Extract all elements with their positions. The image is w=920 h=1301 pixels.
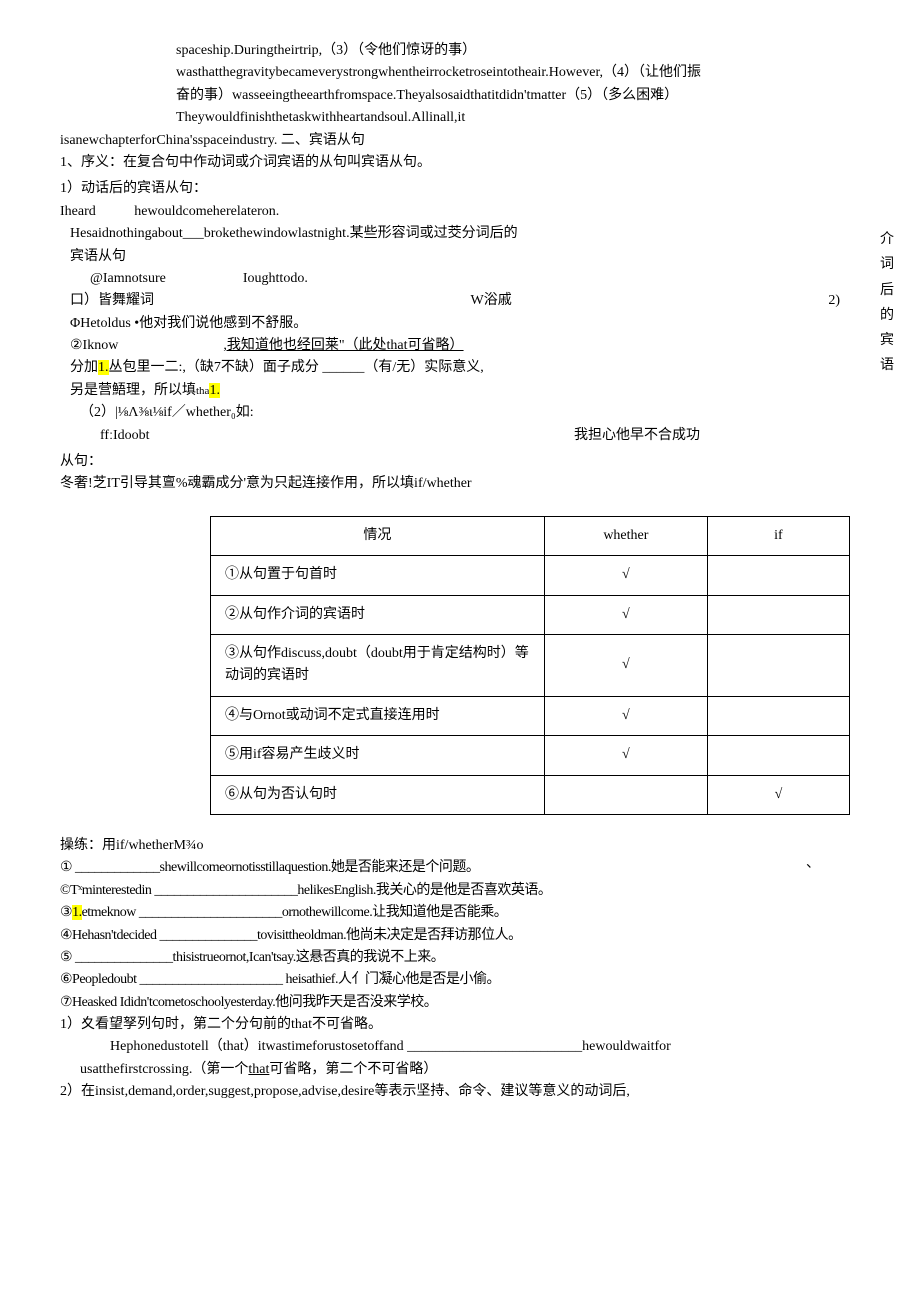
row6-if: √: [707, 775, 849, 814]
intro-l1: spaceship.Duringtheirtrip,（3）（令他们惊讶的事）: [176, 40, 860, 62]
practice-tick: 、: [806, 853, 820, 875]
row3-text: ③从句作discuss,doubt（doubt用于肯定结构时）等动词的宾语时: [211, 634, 545, 696]
side-c3: 后: [880, 278, 900, 303]
notes-n2b-a: usatthefirstcrossing.（第一个: [80, 1062, 248, 1077]
side-c6: 语: [880, 353, 900, 378]
th-if: if: [707, 516, 849, 555]
dong-l4b: Ioughttodo.: [243, 271, 308, 286]
practice-title: 操练：用if/whetherM¾o: [60, 835, 860, 857]
intro-l2: wasthatthegravitybecameverystrongwhenthe…: [176, 62, 860, 84]
dong-l1b: hewouldcomeherelateron.: [134, 204, 279, 219]
dong-l6a: ΦHetoldus: [70, 316, 131, 331]
practice-l4: ④Hehasn'tdecided _______________tovisitt…: [60, 925, 860, 947]
dong-l3: 宾语从句: [60, 246, 860, 268]
side-vertical: 介 词 后 的 宾 语: [880, 227, 900, 378]
intro-l5a: isanewchapterforChina'sspaceindustry.: [60, 133, 277, 148]
side-c5: 宾: [880, 328, 900, 353]
row4-text: ④与Ornot或动词不定式直接连用时: [211, 696, 545, 735]
dong-l11b: 我担心他早不合成功: [574, 425, 700, 447]
row5-whether: √: [544, 736, 707, 775]
dong-l5c: 2): [828, 290, 840, 312]
practice-l3c: etmeknow ______________________ornothewi…: [82, 905, 508, 920]
intro-l5b: 二、宾语从句: [281, 133, 365, 148]
dong-l6b: •他对我们说他感到不舒服。: [134, 316, 307, 331]
notes-n3: 2）在insist,demand,order,suggest,propose,a…: [60, 1081, 860, 1103]
dong-l7: ②Iknow ,我知道他也经回莱"（此处that可省略）: [60, 335, 860, 357]
dong-l2: Hesaidnothingabout___brokethewindowlastn…: [60, 223, 860, 245]
notes-n1: 1）夊看望孥列句时，第二个分句前的that不可省略。: [60, 1014, 860, 1036]
notes-n2d: 可省略，第二个不可省略）: [269, 1062, 437, 1077]
row3-whether: √: [544, 634, 707, 696]
row1-if: [707, 556, 849, 595]
practice-l3: ③1.etmeknow ______________________ornoth…: [60, 902, 860, 924]
side-c1: 介: [880, 227, 900, 252]
intro-l3: 奋的事）wasseeingtheearthfromspace.Theyalsos…: [176, 85, 860, 107]
dong-l1: Iheard hewouldcomeherelateron.: [60, 201, 860, 223]
dong-l4: @Iamnotsure Ioughttodo.: [60, 268, 860, 290]
dong-l7b: ,我知道他也经回莱"（此处that可省略）: [223, 338, 463, 353]
cong-l1: 从句：: [60, 451, 860, 473]
dong-l4a: @Iamnotsure: [90, 271, 166, 286]
th-whether: whether: [544, 516, 707, 555]
row3-if: [707, 634, 849, 696]
dong-title: 1）动话后的宾语从句：: [60, 178, 860, 200]
intro-l4: Theywouldfinishthetaskwithheartandsoul.A…: [176, 107, 860, 129]
intro-def: 1、序义：在复合句中作动词或介词宾语的从句叫宾语从句。: [60, 152, 860, 174]
dong-l6: ΦHetoldus •他对我们说他感到不舒服。: [60, 313, 860, 335]
hl-3: 1.: [72, 905, 82, 920]
row6-whether: [544, 775, 707, 814]
notes-n2b: usatthefirstcrossing.（第一个that可省略，第二个不可省略…: [60, 1059, 860, 1081]
dong-l5b: W浴戚: [471, 290, 512, 312]
row6-text: ⑥从句为否认句时: [211, 775, 545, 814]
practice-l1: ① _____________shewillcomeornotisstillaq…: [60, 857, 860, 879]
row2-text: ②从句作介词的宾语时: [211, 595, 545, 634]
row4-if: [707, 696, 849, 735]
notes-n2c: that: [248, 1062, 269, 1077]
dong-l5a: 口）皆舞耀词: [70, 290, 154, 312]
row2-if: [707, 595, 849, 634]
row1-whether: √: [544, 556, 707, 595]
row4-whether: √: [544, 696, 707, 735]
dong-l1a: Iheard: [60, 204, 96, 219]
row5-text: ⑤用if容易产生歧义时: [211, 736, 545, 775]
practice-l2: ©Tˣminterestedin ______________________h…: [60, 880, 860, 902]
side-c2: 词: [880, 252, 900, 277]
practice-l3a: ③: [60, 905, 72, 920]
cong-l2: 冬奢!芝IT引导其亶%魂霸成分'意为只起连接作用，所以填if/whether: [60, 473, 860, 495]
dong-l10: （2）|⅛Λ⅜ι⅛if／whether₀如:: [60, 402, 860, 424]
dong-l8: 分加1.丛包里一二:,（缺7不缺）面子成分 ______（有/无）实际意义,: [60, 357, 860, 379]
practice-l5: ⑤ _______________thisistrueornot,Ican'ts…: [60, 947, 860, 969]
notes-n2a: Hephonedustotell（that）itwastimeforustose…: [60, 1036, 860, 1058]
hl-1: 1.: [98, 360, 109, 375]
dong-l11a: ffːIdoobt: [100, 425, 150, 447]
side-c4: 的: [880, 303, 900, 328]
intro-l5: isanewchapterforChina'sspaceindustry. 二、…: [60, 130, 860, 152]
practice-l7: ⑦Heasked Ididn'tcometoschoolyesterday.他问…: [60, 992, 860, 1014]
dong-l7a: ②Iknow: [70, 338, 118, 353]
whether-if-table: 情况 whether if ①从句置于句首时 √ ②从句作介词的宾语时 √ ③从…: [210, 516, 850, 815]
practice-l6: ⑥Peopledoubt ______________________ heis…: [60, 969, 860, 991]
hl-2: 1.: [209, 383, 220, 398]
row1-text: ①从句置于句首时: [211, 556, 545, 595]
row2-whether: √: [544, 595, 707, 634]
th-situation: 情况: [211, 516, 545, 555]
row5-if: [707, 736, 849, 775]
dong-l9: 另是营鯃理，所以填tha1.: [60, 380, 860, 402]
